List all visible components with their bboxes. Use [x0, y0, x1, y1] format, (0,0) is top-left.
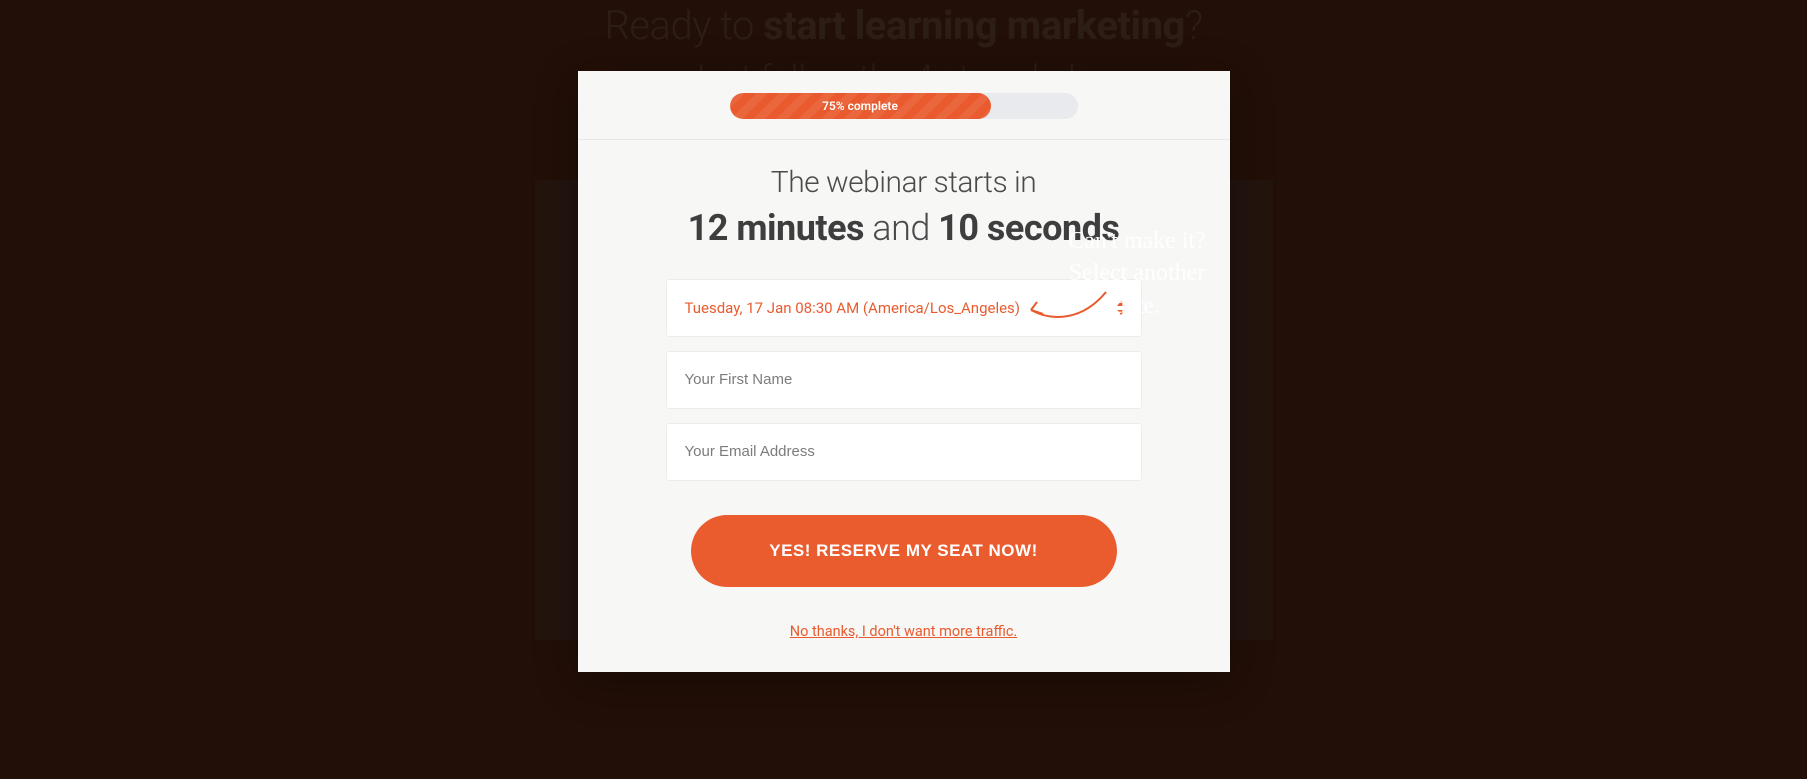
decline-link[interactable]: No thanks, I don't want more traffic.	[790, 623, 1017, 640]
progress-bar: 75% complete	[730, 93, 1078, 119]
webinar-signup-modal: 75% complete The webinar starts in 12 mi…	[578, 71, 1230, 672]
date-select-value: Tuesday, 17 Jan 08:30 AM (America/Los_An…	[685, 299, 1021, 317]
progress-fill	[730, 93, 991, 119]
signup-form: Tuesday, 17 Jan 08:30 AM (America/Los_An…	[638, 279, 1170, 640]
countdown-minutes: 12 minutes	[688, 207, 864, 249]
first-name-field-wrap	[666, 351, 1142, 409]
annotation-text: Can't make it? Select another date.	[1022, 225, 1252, 322]
countdown-line1: The webinar starts in	[771, 165, 1036, 200]
annotation-line1: Can't make it?	[1068, 228, 1206, 254]
first-name-input[interactable]	[685, 352, 1123, 408]
email-input[interactable]	[685, 424, 1123, 480]
annotation-line3: date.	[1114, 293, 1160, 319]
countdown-joiner: and	[864, 207, 938, 249]
modal-body: The webinar starts in 12 minutes and 10 …	[578, 140, 1230, 640]
email-field-wrap	[666, 423, 1142, 481]
reserve-seat-button[interactable]: YES! RESERVE MY SEAT NOW!	[691, 515, 1117, 587]
annotation-line2: Select another	[1069, 260, 1206, 286]
progress-area: 75% complete	[578, 71, 1230, 140]
